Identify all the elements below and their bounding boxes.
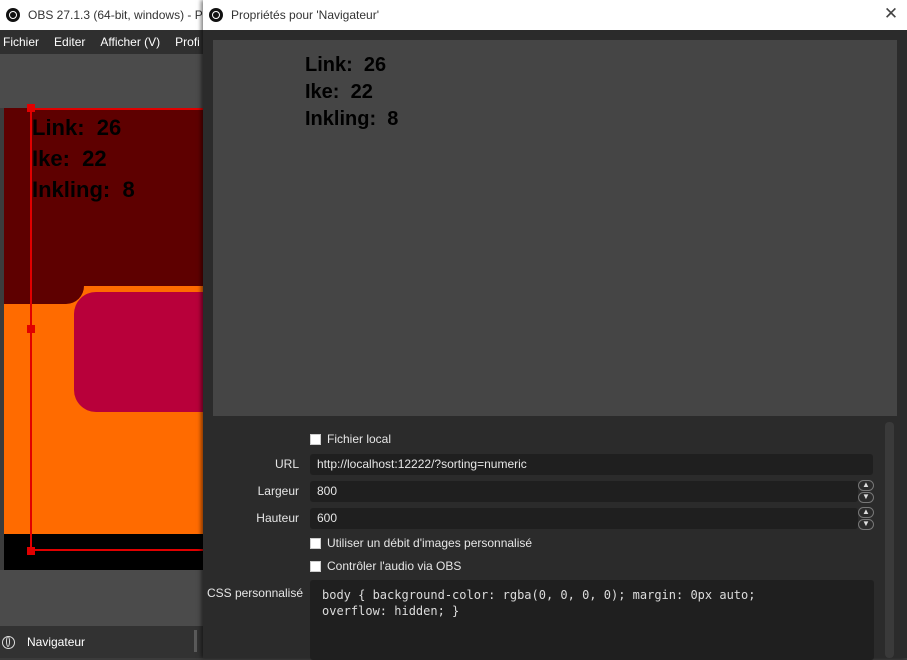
browser-preview-text: Link: 26 Ike: 22 Inkling: 8 bbox=[305, 52, 398, 133]
browser-source-preview: Link: 26 Ike: 22 Inkling: 8 bbox=[213, 40, 897, 416]
dialog-body: Link: 26 Ike: 22 Inkling: 8 Fichier loca… bbox=[203, 30, 907, 660]
source-list-item[interactable]: Navigateur bbox=[0, 626, 210, 658]
dock-splitter[interactable] bbox=[194, 630, 197, 652]
height-spinner: ▲ ▼ bbox=[858, 506, 874, 530]
custom-css-label: CSS personnalisé bbox=[206, 586, 303, 600]
main-titlebar: OBS 27.1.3 (64-bit, windows) - Pro bbox=[0, 0, 210, 30]
main-window-title: OBS 27.1.3 (64-bit, windows) - Pro bbox=[28, 8, 210, 22]
properties-dialog: Propriétés pour 'Navigateur' ✕ Link: 26 … bbox=[203, 0, 907, 660]
height-input[interactable]: 600 bbox=[310, 507, 858, 529]
browser-source-globe-icon bbox=[2, 635, 15, 649]
obs-logo-icon bbox=[6, 8, 20, 22]
properties-form: Fichier local URL http://localhost:12222… bbox=[203, 422, 907, 660]
width-input[interactable]: 800 bbox=[310, 480, 858, 502]
browser-line-ike: Ike: 22 bbox=[305, 81, 373, 103]
checkbox-box[interactable] bbox=[310, 537, 321, 549]
custom-fps-checkbox[interactable]: Utiliser un débit d'images personnalisé bbox=[310, 536, 532, 550]
audio-row: Contrôler l'audio via OBS bbox=[203, 555, 883, 577]
local-file-row: Fichier local bbox=[203, 428, 883, 450]
url-row: URL http://localhost:12222/?sorting=nume… bbox=[203, 453, 883, 475]
custom-fps-label: Utiliser un débit d'images personnalisé bbox=[327, 536, 533, 550]
checkbox-box[interactable] bbox=[310, 560, 321, 572]
source-name: Navigateur bbox=[27, 635, 86, 649]
resize-handle-bottom-left[interactable] bbox=[27, 547, 35, 555]
preview-background-bottom bbox=[0, 570, 210, 626]
menu-fichier[interactable]: Fichier bbox=[0, 35, 45, 49]
height-row: Hauteur 600 ▲ ▼ bbox=[203, 506, 883, 530]
browser-line-link: Link: 26 bbox=[305, 54, 387, 76]
width-label: Largeur bbox=[257, 484, 299, 498]
url-label: URL bbox=[274, 457, 299, 471]
source-selection-box[interactable] bbox=[30, 108, 215, 551]
spin-down-icon[interactable]: ▼ bbox=[858, 518, 874, 530]
resize-handle-left[interactable] bbox=[27, 325, 35, 333]
custom-css-textarea[interactable]: body { background-color: rgba(0, 0, 0, 0… bbox=[310, 580, 874, 660]
menu-editer[interactable]: Editer bbox=[51, 35, 91, 49]
width-spinner: ▲ ▼ bbox=[858, 479, 874, 503]
obs-logo-icon bbox=[209, 8, 223, 22]
local-file-label: Fichier local bbox=[327, 432, 392, 446]
properties-scrollbar[interactable] bbox=[885, 422, 894, 658]
main-menubar: Fichier Editer Afficher (V) Profi bbox=[0, 30, 210, 54]
resize-handle-top-left[interactable] bbox=[27, 104, 35, 112]
browser-line-inkling: Inkling: 8 bbox=[305, 108, 399, 130]
checkbox-box[interactable] bbox=[310, 433, 321, 445]
menu-profil[interactable]: Profi bbox=[172, 35, 206, 49]
custom-fps-row: Utiliser un débit d'images personnalisé bbox=[203, 532, 883, 554]
height-label: Hauteur bbox=[256, 511, 299, 525]
dialog-titlebar: Propriétés pour 'Navigateur' ✕ bbox=[203, 0, 907, 30]
menu-afficher[interactable]: Afficher (V) bbox=[97, 35, 166, 49]
spin-down-icon[interactable]: ▼ bbox=[858, 491, 874, 503]
preview-background bbox=[0, 54, 210, 108]
audio-control-checkbox[interactable]: Contrôler l'audio via OBS bbox=[310, 559, 461, 573]
close-icon[interactable]: ✕ bbox=[883, 5, 899, 22]
dialog-title: Propriétés pour 'Navigateur' bbox=[231, 8, 379, 22]
url-input[interactable]: http://localhost:12222/?sorting=numeric bbox=[310, 453, 873, 475]
spin-up-icon[interactable]: ▲ bbox=[858, 506, 874, 518]
spin-up-icon[interactable]: ▲ bbox=[858, 479, 874, 491]
audio-control-label: Contrôler l'audio via OBS bbox=[327, 559, 462, 573]
local-file-checkbox[interactable]: Fichier local bbox=[310, 432, 391, 446]
width-row: Largeur 800 ▲ ▼ bbox=[203, 479, 883, 503]
